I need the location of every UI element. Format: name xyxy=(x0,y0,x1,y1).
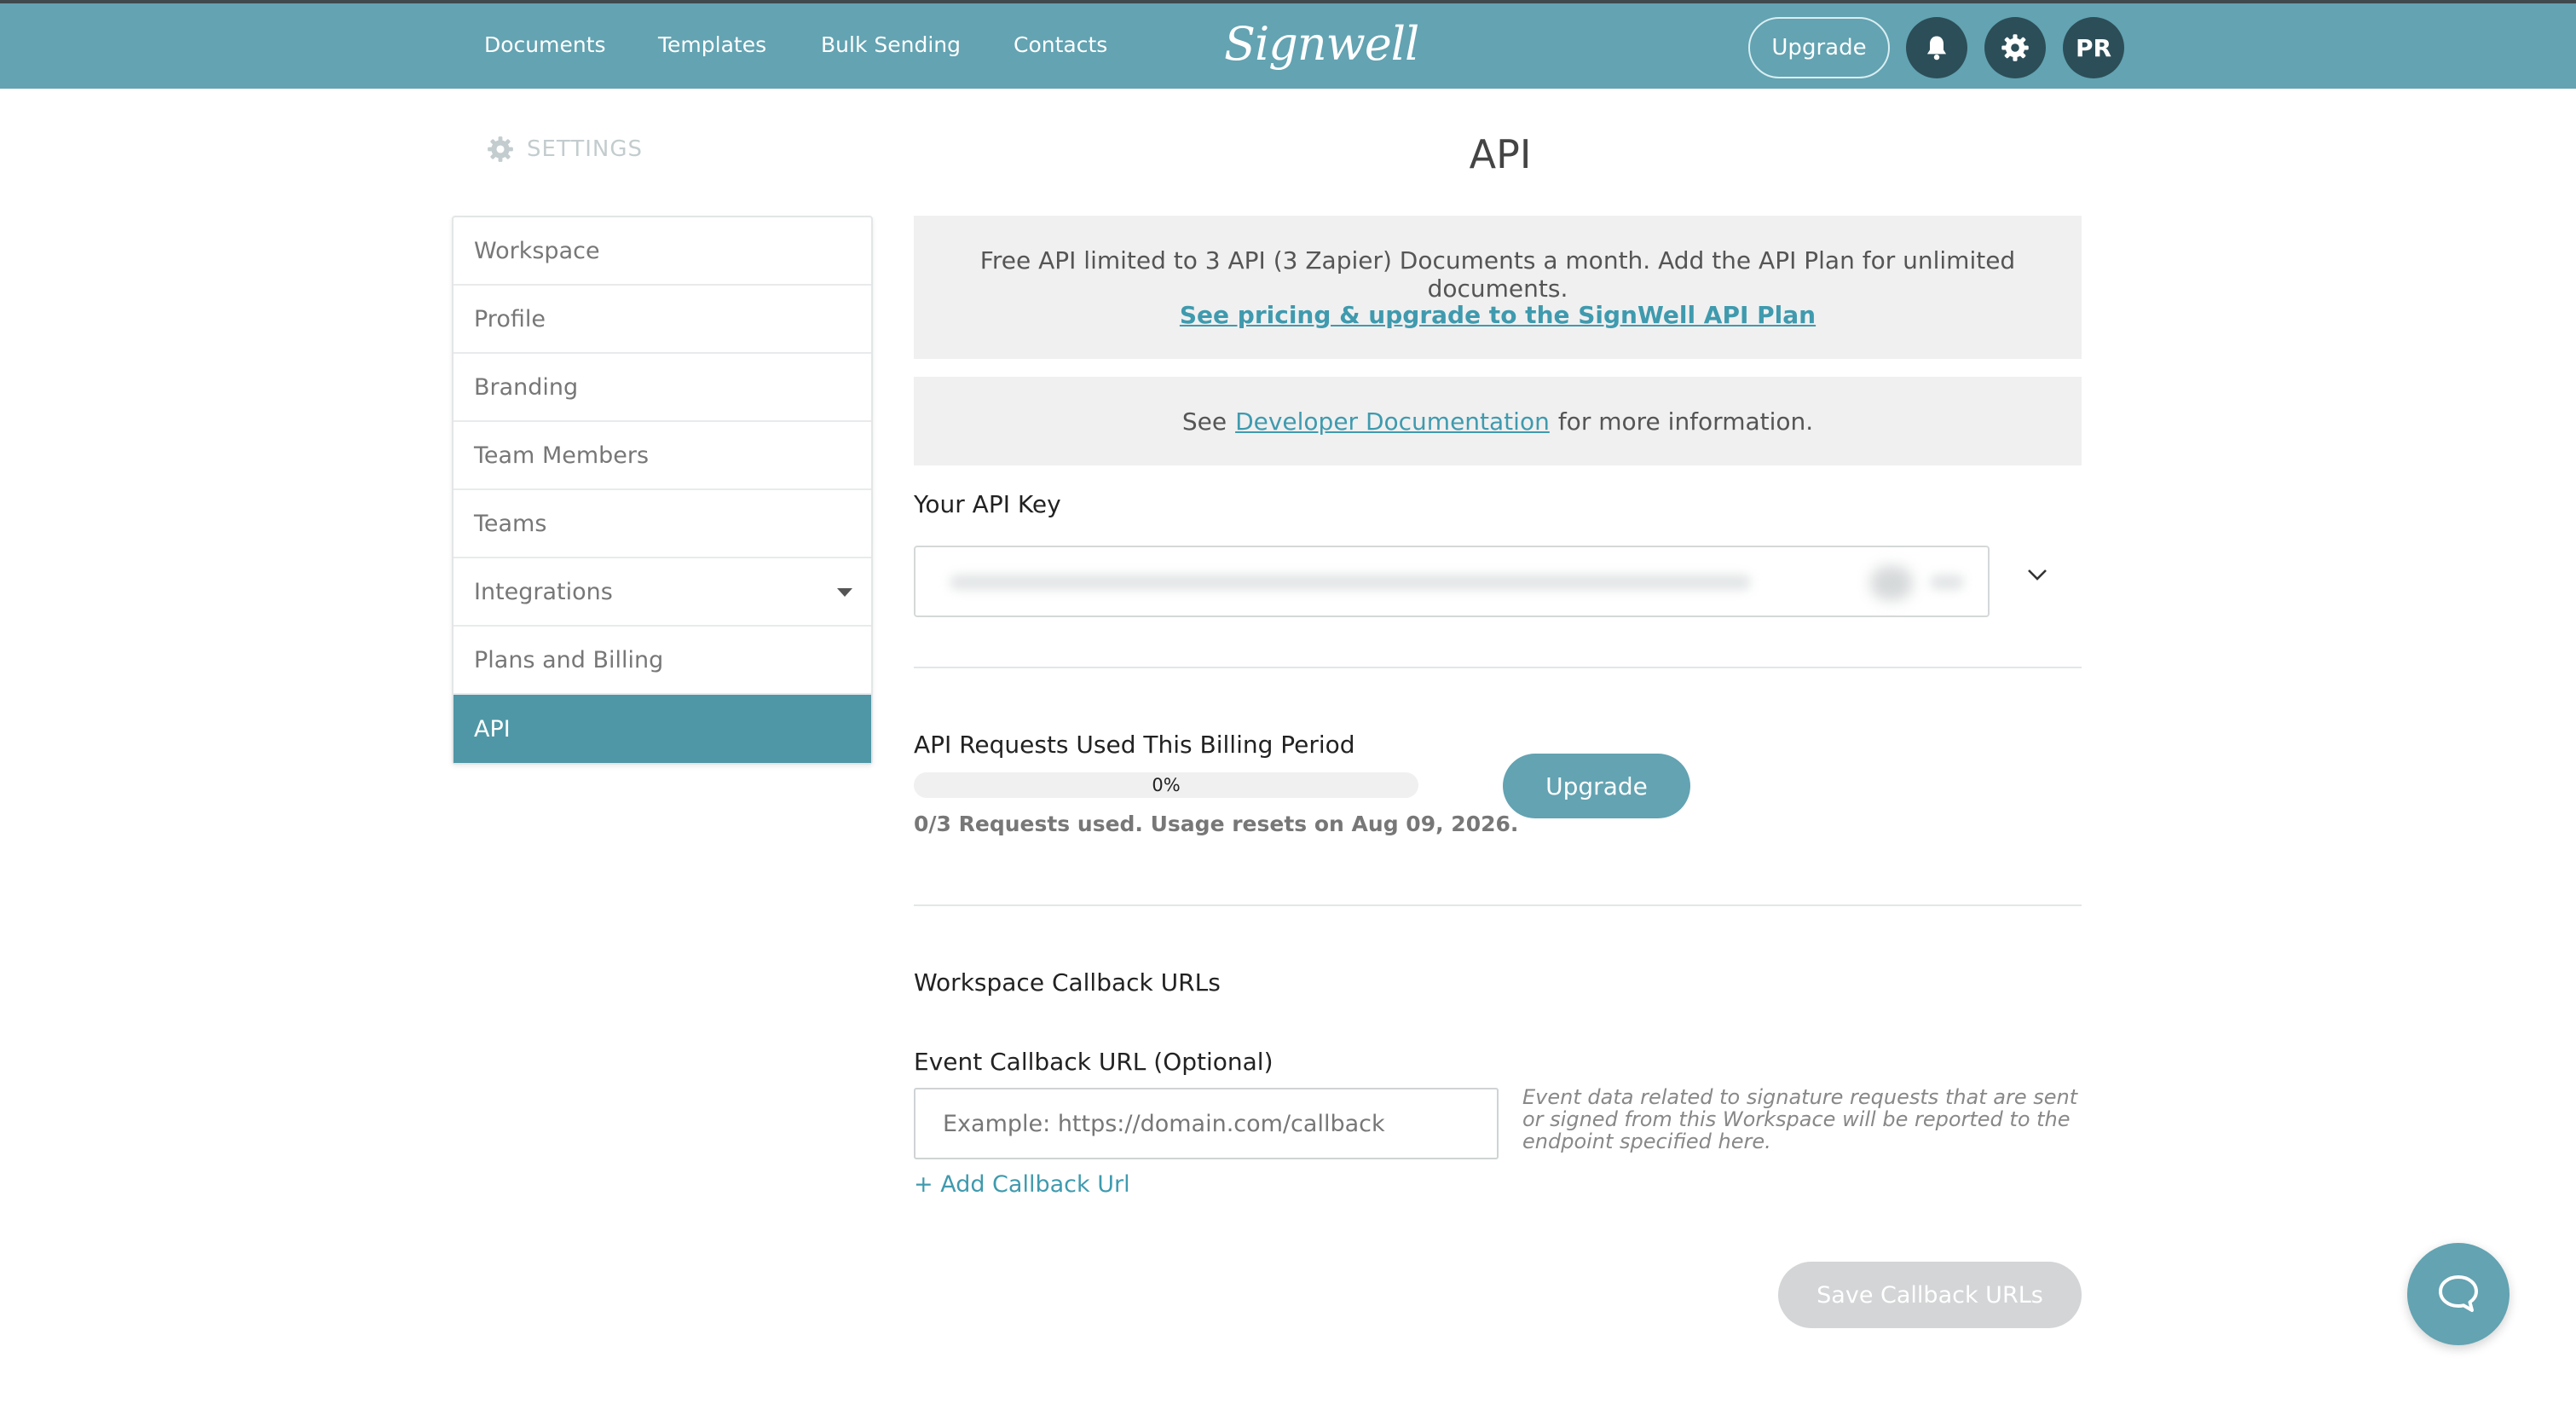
usage-reset-text: 0/3 Requests used. Usage resets on Aug 0… xyxy=(914,812,1519,836)
sidebar-item-api[interactable]: API xyxy=(453,695,871,763)
sidebar-item-workspace[interactable]: Workspace xyxy=(453,217,871,286)
add-callback-url-link[interactable]: + Add Callback Url xyxy=(914,1171,1130,1198)
docs-prefix: See xyxy=(1181,407,1227,436)
callbacks-heading: Workspace Callback URLs xyxy=(914,968,1221,997)
page-title: API xyxy=(1469,131,1532,177)
sidebar-item-profile[interactable]: Profile xyxy=(453,286,871,354)
free-api-notice-text: Free API limited to 3 API (3 Zapier) Doc… xyxy=(979,246,2016,303)
settings-heading-label: SETTINGS xyxy=(527,136,644,162)
api-key-label: Your API Key xyxy=(914,490,1061,518)
usage-progress-text: 0% xyxy=(1152,775,1181,795)
signwell-logo[interactable]: Signwell xyxy=(1224,17,1419,71)
copy-label-blurred xyxy=(1930,575,1964,590)
chevron-down-icon xyxy=(2028,569,2047,581)
bell-icon xyxy=(1926,36,1947,61)
api-key-value-blurred xyxy=(950,575,1751,590)
free-api-notice: Free API limited to 3 API (3 Zapier) Doc… xyxy=(914,216,2082,359)
settings-sidebar: Workspace Profile Branding Team Members … xyxy=(452,216,873,765)
settings-button[interactable] xyxy=(1984,17,2046,78)
settings-heading: SETTINGS xyxy=(486,135,643,164)
sidebar-item-label: Integrations xyxy=(474,578,613,605)
nav-contacts[interactable]: Contacts xyxy=(1014,32,1107,57)
api-upgrade-button[interactable]: Upgrade xyxy=(1503,754,1690,818)
docs-suffix: for more information. xyxy=(1557,407,1814,436)
chat-icon xyxy=(2439,1275,2478,1312)
sidebar-item-teams[interactable]: Teams xyxy=(453,490,871,558)
event-callback-help: Event data related to signature requests… xyxy=(1522,1085,2078,1153)
sidebar-item-plans-billing[interactable]: Plans and Billing xyxy=(453,627,871,695)
pricing-upgrade-link[interactable]: See pricing & upgrade to the SignWell AP… xyxy=(914,301,2082,329)
api-requests-label: API Requests Used This Billing Period xyxy=(914,731,1355,759)
event-callback-url-input[interactable]: Example: https://domain.com/callback xyxy=(914,1088,1499,1159)
caret-down-icon xyxy=(837,588,852,597)
notifications-button[interactable] xyxy=(1906,17,1967,78)
api-key-expand-button[interactable] xyxy=(2022,559,2053,590)
api-key-field[interactable] xyxy=(914,546,1990,617)
gear-icon xyxy=(2001,34,2029,61)
nav-templates[interactable]: Templates xyxy=(658,32,766,57)
sidebar-item-branding[interactable]: Branding xyxy=(453,354,871,422)
divider xyxy=(914,904,2082,906)
nav-bulk-sending[interactable]: Bulk Sending xyxy=(821,32,961,57)
divider xyxy=(914,667,2082,668)
gear-icon xyxy=(488,136,513,162)
nav-upgrade-button[interactable]: Upgrade xyxy=(1748,17,1890,78)
avatar[interactable]: PR xyxy=(2063,17,2124,78)
chat-widget-button[interactable] xyxy=(2407,1243,2510,1345)
sidebar-item-integrations[interactable]: Integrations xyxy=(453,558,871,627)
docs-notice: See Developer Documentation for more inf… xyxy=(914,377,2082,465)
developer-docs-link[interactable]: Developer Documentation xyxy=(1235,407,1550,436)
event-callback-label: Event Callback URL (Optional) xyxy=(914,1048,1274,1076)
sidebar-item-team-members[interactable]: Team Members xyxy=(453,422,871,490)
top-nav-bar: Documents Templates Bulk Sending Contact… xyxy=(0,0,2576,89)
nav-documents[interactable]: Documents xyxy=(484,32,606,57)
copy-icon[interactable] xyxy=(1870,566,1913,600)
usage-progress-bar: 0% xyxy=(914,772,1418,798)
save-callback-urls-button[interactable]: Save Callback URLs xyxy=(1778,1262,2082,1328)
